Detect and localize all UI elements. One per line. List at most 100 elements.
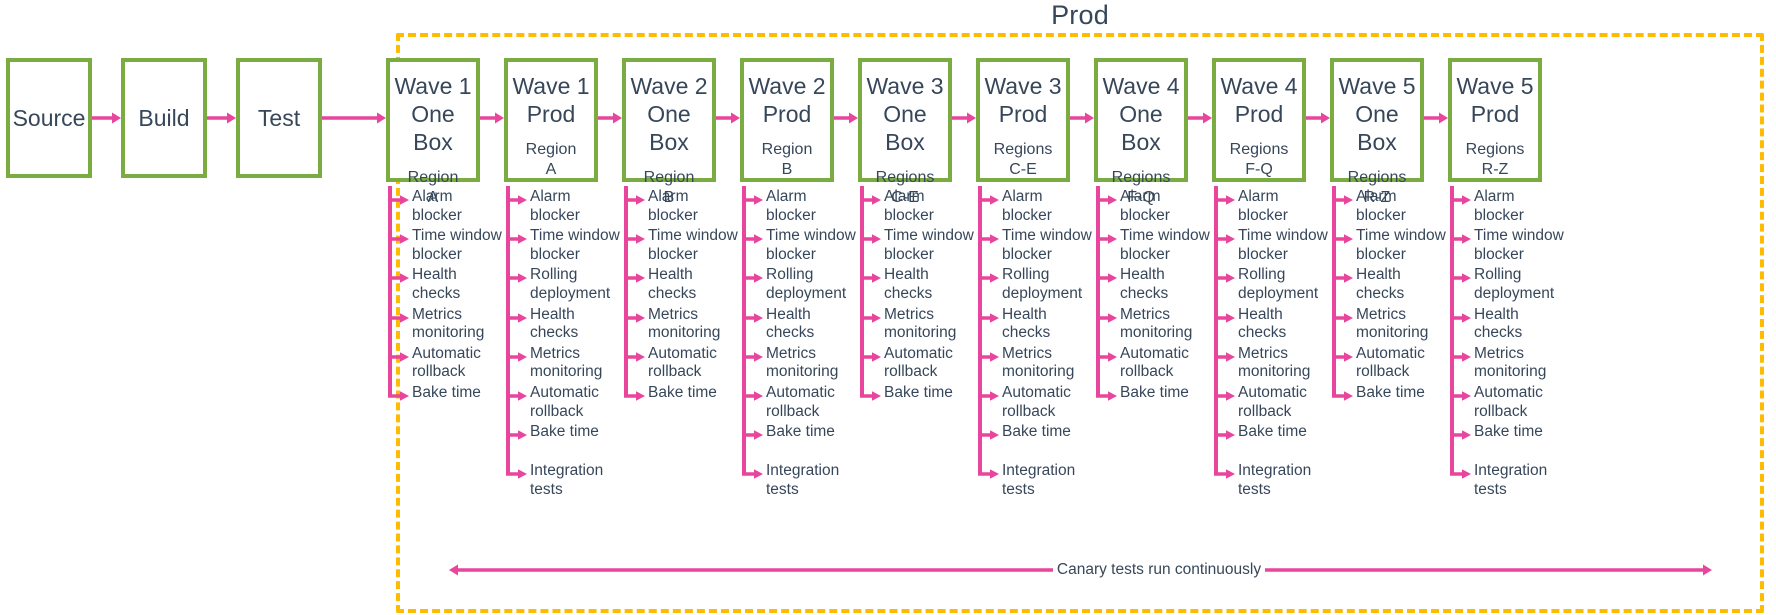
step-label: Alarm blocker (1474, 188, 1524, 224)
step-arrow-icon (978, 312, 1000, 324)
stage-box-test[interactable]: Test (236, 58, 322, 178)
step-arrow-icon (742, 312, 764, 324)
step-arrow-icon (1450, 468, 1472, 480)
wave-box-wave-2-prod[interactable]: Wave 2 Prod Region B (740, 58, 834, 182)
step-arrow-icon (388, 390, 410, 402)
wave-box-wave-5-one-box[interactable]: Wave 5 One Box Regions R-Z (1330, 58, 1424, 206)
step-arrow-icon (1450, 390, 1472, 402)
step-label: Metrics monitoring (1474, 344, 1547, 381)
wave-title: Wave 3 Prod (984, 73, 1062, 127)
step-arrow-icon (742, 351, 764, 363)
step-arrow-icon (860, 312, 882, 324)
wave-box-wave-4-prod[interactable]: Wave 4 Prod Regions F-Q (1212, 58, 1306, 182)
step-arrow-icon (1214, 272, 1236, 284)
step-arrow-icon (1096, 233, 1118, 245)
step-label: Integration tests (1238, 462, 1312, 498)
step-arrow-icon (978, 429, 1000, 441)
wave-box-wave-1-one-box[interactable]: Wave 1 One Box Region A (386, 58, 480, 206)
step-arrow-icon (1096, 272, 1118, 284)
step-arrow-icon (388, 272, 410, 284)
step-arrow-icon (506, 429, 528, 441)
step-arrow-icon (506, 312, 528, 324)
step-arrow-icon (1450, 429, 1472, 441)
arrow-build-to-test (207, 111, 236, 125)
canary-label: Canary tests run continuously (1056, 561, 1262, 578)
stage-title: Source (12, 105, 86, 131)
step-arrow-icon (1096, 194, 1118, 206)
step-label: Integration tests (1474, 462, 1548, 498)
step-arrow-icon (388, 312, 410, 324)
step-label: Bake time (1474, 423, 1543, 441)
wave-region-label: Region A (525, 141, 577, 178)
step-label: Integration tests (1002, 462, 1076, 498)
step-arrow-icon (1450, 272, 1472, 284)
step-arrow-icon (742, 390, 764, 402)
step-label: Automatic rollback (1474, 384, 1543, 420)
step-arrow-icon (388, 194, 410, 206)
prod-group-title: Prod (1051, 0, 1109, 30)
step-arrow-icon (1332, 390, 1354, 402)
step-label: Bake time (1238, 423, 1307, 441)
step-spine (388, 186, 392, 396)
wave-region-label: Regions F-Q (1229, 141, 1289, 178)
step-arrow-icon (1332, 312, 1354, 324)
step-label: Time window blocker (1474, 227, 1564, 263)
step-arrow-icon (978, 390, 1000, 402)
wave-box-wave-4-one-box[interactable]: Wave 4 One Box Regions F-Q (1094, 58, 1188, 206)
step-arrow-icon (1450, 312, 1472, 324)
step-arrow-icon (1096, 312, 1118, 324)
step-arrow-icon (1332, 351, 1354, 363)
wave-title: Wave 4 Prod (1220, 73, 1298, 127)
step-spine (624, 186, 628, 396)
step-arrow-icon (1096, 351, 1118, 363)
arrow-test-to-wave-1-one-box (322, 111, 386, 125)
step-label: Bake time (766, 423, 835, 441)
wave-box-wave-3-one-box[interactable]: Wave 3 One Box Regions C-E (858, 58, 952, 206)
wave-title: Wave 4 One Box (1102, 73, 1180, 155)
stage-box-source[interactable]: Source (6, 58, 92, 178)
step-arrow-icon (1214, 429, 1236, 441)
step-arrow-icon (388, 351, 410, 363)
stage-box-build[interactable]: Build (121, 58, 207, 178)
step-arrow-icon (1450, 194, 1472, 206)
step-arrow-icon (860, 233, 882, 245)
step-arrow-icon (1450, 233, 1472, 245)
step-label: Rolling deployment (1474, 266, 1555, 302)
wave-title: Wave 1 Prod (512, 73, 590, 127)
arrow-source-to-build (92, 111, 121, 125)
pipeline-diagram: Prod Source Build Test Wave 1 One Box Regio… (0, 0, 1776, 615)
step-arrow-icon (624, 272, 646, 284)
step-label: Bake time (530, 423, 599, 441)
step-arrow-icon (1214, 351, 1236, 363)
wave-box-wave-5-prod[interactable]: Wave 5 Prod Regions R-Z (1448, 58, 1542, 182)
wave-box-wave-1-prod[interactable]: Wave 1 Prod Region A (504, 58, 598, 182)
step-arrow-icon (388, 233, 410, 245)
step-spine (1096, 186, 1100, 396)
wave-box-wave-3-prod[interactable]: Wave 3 Prod Regions C-E (976, 58, 1070, 182)
step-arrow-icon (1332, 272, 1354, 284)
step-label: Health checks (1474, 305, 1523, 342)
step-arrow-icon (742, 233, 764, 245)
wave-region-label: Regions C-E (993, 141, 1053, 178)
step-arrow-icon (1214, 233, 1236, 245)
step-arrow-icon (1214, 390, 1236, 402)
wave-region-label: Region B (761, 141, 813, 178)
step-arrow-icon (624, 312, 646, 324)
step-arrow-icon (624, 194, 646, 206)
wave-title: Wave 5 One Box (1338, 73, 1416, 155)
step-arrow-icon (860, 272, 882, 284)
step-arrow-icon (742, 429, 764, 441)
step-arrow-icon (860, 351, 882, 363)
step-arrow-icon (742, 468, 764, 480)
step-arrow-icon (860, 194, 882, 206)
wave-region-label: Regions R-Z (1465, 141, 1525, 178)
wave-box-wave-2-one-box[interactable]: Wave 2 One Box Region B (622, 58, 716, 206)
wave-title: Wave 5 Prod (1456, 73, 1534, 127)
step-arrow-icon (506, 194, 528, 206)
wave-title: Wave 1 One Box (394, 73, 472, 155)
step-arrow-icon (624, 390, 646, 402)
step-label: Integration tests (530, 462, 604, 498)
step-label: Integration tests (766, 462, 840, 498)
step-arrow-icon (506, 233, 528, 245)
step-arrow-icon (506, 272, 528, 284)
